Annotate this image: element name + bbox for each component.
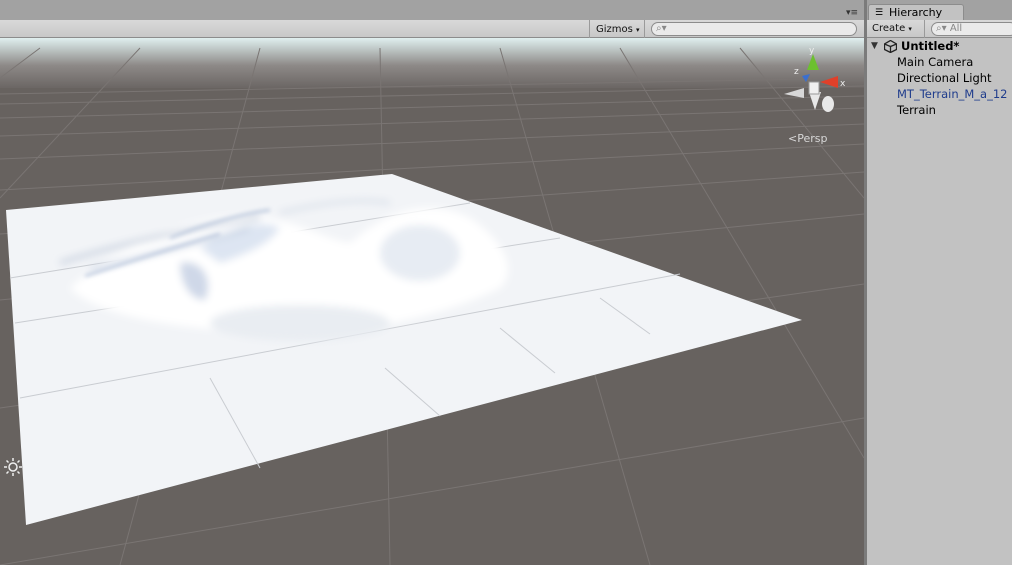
directional-light-icon[interactable]	[3, 457, 23, 480]
orientation-gizmo[interactable]: y x z	[780, 44, 860, 119]
dropdown-arrow-icon: ▾	[636, 26, 640, 34]
create-dropdown[interactable]: Create ▾	[872, 22, 912, 36]
gizmo-x-label: x	[840, 79, 846, 89]
hierarchy-item-label: MT_Terrain_M_a_12	[897, 87, 1008, 101]
toolbar-separator	[924, 20, 925, 38]
search-icon: ⌕▾	[936, 23, 947, 34]
dropdown-arrow-icon: ▾	[908, 25, 912, 33]
gizmo-neg-y-axis[interactable]	[809, 92, 821, 110]
hierarchy-search-input[interactable]: ⌕▾ All	[931, 22, 1012, 36]
gizmo-y-axis[interactable]	[807, 54, 819, 70]
hierarchy-item-terrain[interactable]: Terrain	[867, 102, 1012, 118]
list-icon: ☰	[875, 8, 884, 18]
gizmo-neg-z-axis[interactable]	[822, 96, 834, 112]
gizmos-dropdown[interactable]: Gizmos ▾	[592, 22, 644, 37]
gizmo-z-label: z	[794, 67, 799, 77]
gizmo-y-label: y	[809, 46, 815, 56]
scene-name: Untitled*	[901, 39, 960, 53]
tab-hierarchy[interactable]: ☰ Hierarchy	[868, 4, 964, 21]
hierarchy-item-directional-light[interactable]: Directional Light	[867, 70, 1012, 86]
scene-viewport[interactable]	[0, 38, 864, 565]
hierarchy-item-label: Directional Light	[897, 71, 992, 85]
projection-text: Persp	[797, 132, 828, 145]
gizmo-x-axis[interactable]	[820, 76, 838, 88]
toolbar-separator	[644, 20, 645, 38]
search-icon: ⌕▾	[656, 23, 667, 34]
hierarchy-item-label: Main Camera	[897, 55, 974, 69]
gizmo-neg-x-axis[interactable]	[784, 88, 804, 98]
scene-search-input[interactable]: ⌕▾	[651, 22, 857, 36]
back-arrow-icon: <	[788, 132, 798, 145]
gizmos-label: Gizmos	[596, 24, 633, 35]
create-label: Create	[872, 23, 906, 34]
gizmo-z-axis[interactable]	[802, 74, 810, 82]
hierarchy-tab-label: Hierarchy	[889, 6, 943, 19]
expand-arrow-icon[interactable]: ▼	[871, 38, 878, 54]
scene-root-item[interactable]: ▼ Untitled*	[867, 38, 1012, 54]
projection-label[interactable]: <Persp	[788, 132, 827, 145]
toolbar-separator	[589, 20, 590, 38]
hierarchy-item-main-camera[interactable]: Main Camera	[867, 54, 1012, 70]
scene-canvas[interactable]	[0, 38, 864, 565]
hierarchy-item-terrain-prefab[interactable]: MT_Terrain_M_a_12	[867, 86, 1012, 102]
panel-menu-icon[interactable]: ▾≡	[846, 9, 858, 18]
orientation-gizmo-graphic[interactable]: y x z	[780, 44, 860, 116]
hierarchy-item-label: Terrain	[897, 103, 936, 117]
unity-logo-icon	[884, 40, 897, 53]
hierarchy-search-placeholder: All	[949, 23, 963, 34]
gizmo-center-cube[interactable]	[808, 81, 820, 95]
scene-tab-bar	[0, 0, 864, 20]
